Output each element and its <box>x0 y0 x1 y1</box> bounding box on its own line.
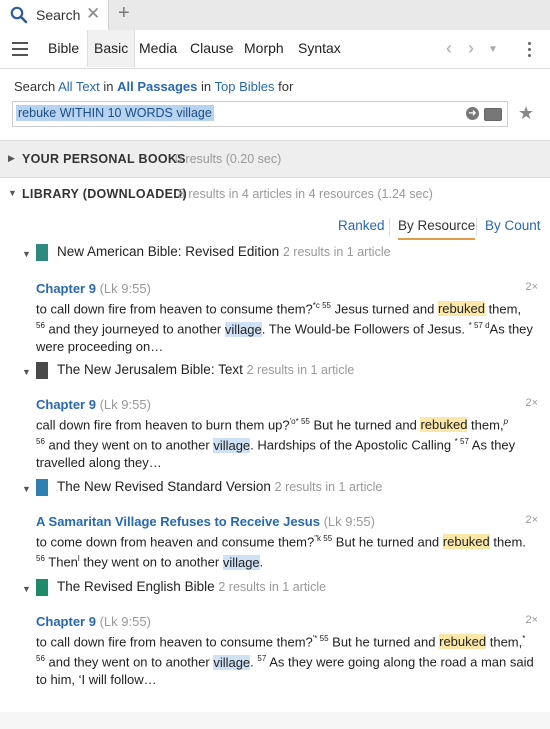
query-description: Search All Text in All Passages in Top B… <box>14 79 293 94</box>
bottom-edge <box>0 712 550 729</box>
query-prefix: Search <box>14 79 56 94</box>
result-snippet[interactable]: Chapter 9 (Lk 9:55) to call down fire fr… <box>36 280 536 355</box>
section-title: LIBRARY (DOWNLOADED) <box>22 187 188 201</box>
search-input-value[interactable]: rebuke WITHIN 10 WORDS village <box>16 105 214 121</box>
scope-text-link[interactable]: All Text <box>58 79 100 94</box>
view-by-count[interactable]: By Count <box>485 218 541 233</box>
resource-title[interactable]: New American Bible: Revised Edition 2 re… <box>57 244 391 259</box>
scope-bibles-link[interactable]: Top Bibles <box>215 79 275 94</box>
resource-title[interactable]: The Revised English Bible 2 results in 1… <box>57 579 326 594</box>
tab-bible[interactable]: Bible <box>48 40 79 56</box>
more-options-icon[interactable] <box>528 42 532 60</box>
book-icon <box>36 479 48 496</box>
result-location: (Lk 9:55) <box>99 614 151 629</box>
search-icon <box>10 6 28 29</box>
tab-morph[interactable]: Morph <box>244 40 284 56</box>
result-snippet[interactable]: A Samaritan Village Refuses to Receive J… <box>36 513 536 571</box>
menu-icon[interactable] <box>12 42 28 60</box>
forward-icon[interactable]: › <box>468 38 474 59</box>
view-by-resource[interactable]: By Resource <box>398 218 476 240</box>
close-tab-icon[interactable]: ✕ <box>86 4 100 24</box>
result-view-switcher: Ranked By Resource By Count <box>0 212 550 240</box>
result-snippet[interactable]: Chapter 9 (Lk 9:55) call down fire from … <box>36 396 536 471</box>
go-arrow-icon[interactable]: ➜ <box>466 107 479 120</box>
result-ref-link[interactable]: Chapter 9 <box>36 281 96 296</box>
query-for: for <box>278 79 294 94</box>
tab-search[interactable]: Search ✕ <box>0 0 109 30</box>
section-summary: 8 results in 4 articles in 4 resources (… <box>178 187 433 201</box>
result-ref-link[interactable]: Chapter 9 <box>36 397 96 412</box>
result-location: (Lk 9:55) <box>323 514 375 529</box>
tab-bar: Search ✕ + <box>0 0 550 31</box>
query-in: in <box>201 79 212 94</box>
result-snippet[interactable]: Chapter 9 (Lk 9:55) to call down fire fr… <box>36 613 536 688</box>
result-location: (Lk 9:55) <box>99 397 151 412</box>
collapse-arrow-icon[interactable]: ▼ <box>22 367 31 377</box>
resource-title[interactable]: The New Jerusalem Bible: Text 2 results … <box>57 362 354 377</box>
tab-syntax[interactable]: Syntax <box>298 40 341 56</box>
collapse-arrow-icon[interactable]: ▼ <box>22 249 31 259</box>
book-icon <box>36 579 48 596</box>
tab-label: Search <box>36 7 81 23</box>
hit-count: 2× <box>525 281 538 293</box>
new-tab-icon[interactable]: + <box>118 2 130 25</box>
book-icon <box>36 362 48 379</box>
hit-count: 2× <box>525 397 538 409</box>
book-icon <box>36 244 48 261</box>
expand-arrow-icon[interactable]: ▶ <box>8 153 15 164</box>
star-icon[interactable]: ★ <box>518 103 534 124</box>
back-icon[interactable]: ‹ <box>446 38 452 59</box>
history-dropdown-icon[interactable]: ▼ <box>488 44 498 55</box>
library-header[interactable]: ▼ LIBRARY (DOWNLOADED) 8 results in 4 ar… <box>0 176 550 212</box>
collapse-arrow-icon[interactable]: ▼ <box>22 484 31 494</box>
tab-clause[interactable]: Clause <box>190 40 234 56</box>
collapse-arrow-icon[interactable]: ▼ <box>8 188 17 198</box>
hit-count: 2× <box>525 614 538 626</box>
section-summary: 0 results (0.20 sec) <box>175 152 282 166</box>
search-type-nav: Bible Basic Media Clause Morph Syntax ‹ … <box>0 30 550 69</box>
result-ref-link[interactable]: A Samaritan Village Refuses to Receive J… <box>36 514 320 529</box>
section-title: YOUR PERSONAL BOOKS <box>22 152 186 166</box>
view-ranked[interactable]: Ranked <box>338 218 385 233</box>
hit-count: 2× <box>525 514 538 526</box>
scope-passages-link[interactable]: All Passages <box>117 79 197 94</box>
keyboard-icon[interactable] <box>484 108 502 121</box>
personal-books-header[interactable]: ▶ YOUR PERSONAL BOOKS 0 results (0.20 se… <box>0 140 550 178</box>
result-ref-link[interactable]: Chapter 9 <box>36 614 96 629</box>
tab-media[interactable]: Media <box>139 40 177 56</box>
result-location: (Lk 9:55) <box>99 281 151 296</box>
query-in: in <box>103 79 114 94</box>
resource-title[interactable]: The New Revised Standard Version 2 resul… <box>57 479 382 494</box>
search-input[interactable]: rebuke WITHIN 10 WORDS village ➜ <box>12 101 508 127</box>
tab-basic[interactable]: Basic <box>87 30 136 67</box>
collapse-arrow-icon[interactable]: ▼ <box>22 584 31 594</box>
